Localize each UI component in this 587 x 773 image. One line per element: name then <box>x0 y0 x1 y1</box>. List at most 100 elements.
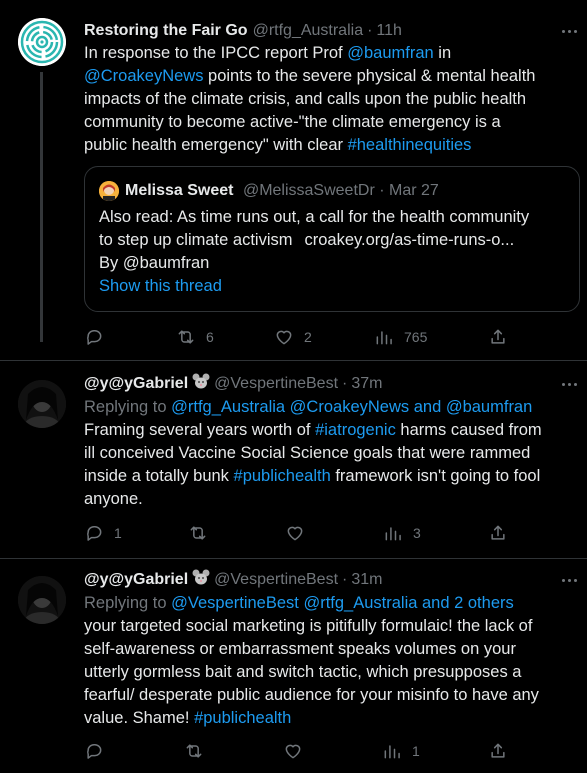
tweet-text: Replying to @rtfg_Australia @CroakeyNews… <box>84 396 571 511</box>
tweet-header: @y@yGabriel @VespertineBest · 31m <box>84 569 577 591</box>
more-icon[interactable] <box>559 569 581 591</box>
avatar[interactable] <box>18 380 66 428</box>
reply-button[interactable]: 1 <box>84 522 122 544</box>
share-button[interactable] <box>488 326 508 348</box>
mention-link[interactable]: @baumfran <box>347 44 433 62</box>
like-button[interactable] <box>283 740 313 762</box>
views-icon <box>376 331 392 345</box>
like-button[interactable]: 2 <box>274 326 312 348</box>
tweet-restoring-fair-go[interactable]: Restoring the Fair Go @rtfg_Australia · … <box>0 0 587 360</box>
share-button[interactable] <box>488 522 508 544</box>
timestamp[interactable]: 31m <box>351 569 382 591</box>
replying-to-links[interactable]: @VespertineBest @rtfg_Australia and 2 ot… <box>171 594 514 612</box>
text-segment: public health emergency" with clear <box>84 136 348 154</box>
quote-handle[interactable]: @MelissaSweetDr <box>243 182 375 199</box>
share-icon <box>491 743 505 758</box>
circular-logo-avatar <box>18 18 66 66</box>
share-icon <box>491 525 505 540</box>
show-thread-link[interactable]: Show this thread <box>99 275 569 298</box>
reply-icon <box>87 744 102 759</box>
retweet-button[interactable]: 6 <box>176 326 214 348</box>
dark-portrait-avatar <box>18 380 66 428</box>
reply-icon <box>87 526 102 541</box>
text-line: fearful/ desperate public audience for y… <box>84 686 539 704</box>
quoted-tweet[interactable]: Melissa Sweet @MelissaSweetDr · Mar 27 A… <box>84 166 580 312</box>
text-segment: framework isn't going to fool <box>330 467 541 485</box>
handle[interactable]: @VespertineBest <box>214 569 338 591</box>
reply-count: 1 <box>114 525 122 541</box>
views-count: 1 <box>412 743 420 759</box>
retweet-button[interactable] <box>184 740 214 762</box>
quote-header: Melissa Sweet @MelissaSweetDr · Mar 27 <box>125 180 439 202</box>
views-button[interactable]: 3 <box>383 522 421 544</box>
mention-link[interactable]: @CroakeyNews <box>84 67 203 85</box>
quote-date[interactable]: Mar 27 <box>389 182 439 199</box>
views-icon <box>385 527 401 541</box>
like-button[interactable] <box>285 522 315 544</box>
text-line: By @baumfran <box>99 254 210 272</box>
replying-to-links[interactable]: @rtfg_Australia @CroakeyNews and @baumfr… <box>171 398 532 416</box>
separator: · <box>379 182 385 199</box>
text-line: community to become active-"the climate … <box>84 113 501 131</box>
avatar[interactable] <box>18 576 66 624</box>
text-line: your targeted social marketing is pitifu… <box>84 617 533 635</box>
handle[interactable]: @VespertineBest <box>214 373 338 395</box>
share-button[interactable] <box>488 740 508 762</box>
timestamp[interactable]: 37m <box>351 373 382 395</box>
tweet-actions: 6 2 765 <box>84 326 524 348</box>
text-line: ill conceived Vaccine Social Science goa… <box>84 444 531 462</box>
quote-display-name[interactable]: Melissa Sweet <box>125 182 234 199</box>
quote-avatar <box>99 181 119 201</box>
hashtag-link[interactable]: #publichealth <box>194 709 291 727</box>
hashtag-link[interactable]: #publichealth <box>234 467 331 485</box>
retweet-icon <box>178 330 194 344</box>
display-name[interactable]: @y@yGabriel <box>84 373 188 395</box>
tweet-header: Restoring the Fair Go @rtfg_Australia · … <box>84 20 577 42</box>
retweet-button[interactable] <box>188 522 218 544</box>
display-name[interactable]: Restoring the Fair Go <box>84 20 248 42</box>
text-segment: Framing several years worth of <box>84 421 316 439</box>
text-line: anyone. <box>84 490 143 508</box>
hashtag-link[interactable]: #healthinequities <box>348 136 472 154</box>
replying-label: Replying to <box>84 398 172 416</box>
views-count: 3 <box>413 525 421 541</box>
reply-button[interactable] <box>84 326 114 348</box>
hashtag-link[interactable]: #iatrogenic <box>315 421 396 439</box>
text-line: utterly gormless bait and switch tactic,… <box>84 663 522 681</box>
avatar[interactable] <box>18 18 66 66</box>
views-icon <box>384 745 400 759</box>
text-segment: points to the severe physical & mental h… <box>203 67 536 85</box>
separator: · <box>342 375 348 392</box>
dark-portrait-avatar <box>18 576 66 624</box>
more-icon[interactable] <box>559 373 581 395</box>
views-count: 765 <box>404 329 428 345</box>
timestamp[interactable]: 11h <box>376 20 402 42</box>
text-line: Also read: As time runs out, a call for … <box>99 208 530 226</box>
reply-icon <box>87 330 102 345</box>
retweet-count: 6 <box>206 329 214 345</box>
tweet-actions: 1 3 <box>84 522 524 544</box>
views-button[interactable]: 1 <box>382 740 420 762</box>
like-count: 2 <box>304 329 312 345</box>
text-line: impacts of the climate crisis, and calls… <box>84 90 527 108</box>
text-segment: inside a totally bunk <box>84 467 234 485</box>
views-button[interactable]: 765 <box>374 326 427 348</box>
text-segment: In response to the IPCC report Prof <box>84 44 348 62</box>
separator: · <box>367 22 373 39</box>
handle[interactable]: @rtfg_Australia <box>253 20 364 42</box>
text-segment: in <box>433 44 452 62</box>
thread-line <box>40 72 43 342</box>
text-segment: value. Shame! <box>84 709 195 727</box>
heart-icon <box>285 744 301 759</box>
mouse-emoji <box>192 569 210 585</box>
display-name[interactable]: @y@yGabriel <box>84 569 188 591</box>
replying-label: Replying to <box>84 594 172 612</box>
reply-tweet-1[interactable]: @y@yGabriel @VespertineBest · 37m Replyi… <box>0 361 587 558</box>
more-icon[interactable] <box>559 20 581 42</box>
tweet-text: Replying to @VespertineBest @rtfg_Austra… <box>84 592 571 730</box>
tweet-header: @y@yGabriel @VespertineBest · 37m <box>84 373 577 395</box>
share-icon <box>491 329 505 344</box>
reply-button[interactable] <box>84 740 114 762</box>
tweet-text: In response to the IPCC report Prof @bau… <box>84 42 571 157</box>
reply-tweet-2[interactable]: @y@yGabriel @VespertineBest · 31m Replyi… <box>0 559 587 773</box>
